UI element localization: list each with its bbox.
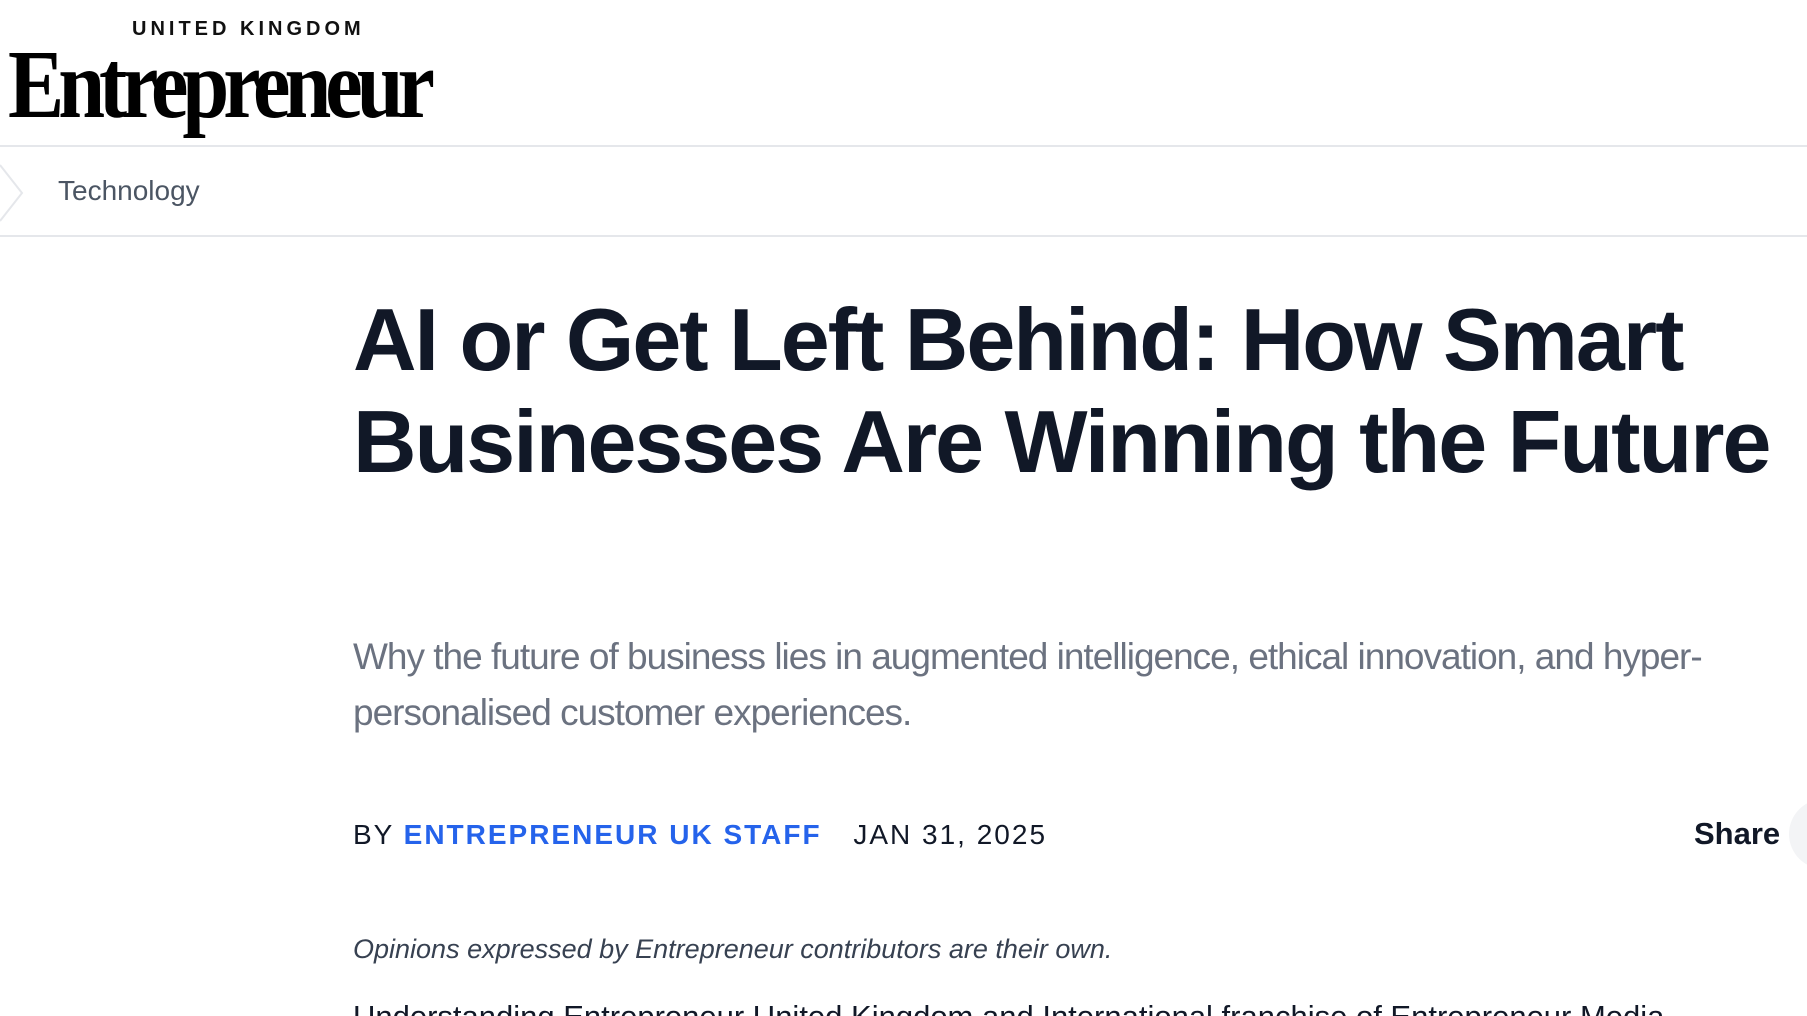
article-headline: AI or Get Left Behind: How Smart Busines… xyxy=(353,290,1771,491)
logo-wordmark: Entrepreneur xyxy=(8,31,435,139)
publish-date: JAN 31, 2025 xyxy=(853,819,1048,850)
site-logo[interactable]: UNITED KINGDOM Entrepreneur xyxy=(8,16,435,134)
byline-prefix: BY xyxy=(353,819,394,850)
article-subtitle: Why the future of business lies in augme… xyxy=(353,636,1703,733)
article-body-paragraph: Understanding Entrepreneur United Kingdo… xyxy=(353,999,1664,1016)
site-header: UNITED KINGDOM Entrepreneur xyxy=(0,0,1807,147)
share-button[interactable]: Share xyxy=(1694,812,1780,856)
article: AI or Get Left Behind: How Smart Busines… xyxy=(353,237,1807,1016)
author-link[interactable]: ENTREPRENEUR UK STAFF xyxy=(404,819,822,850)
share-icon-button[interactable] xyxy=(1789,799,1807,869)
chevron-right-icon xyxy=(0,164,24,222)
byline: BY ENTREPRENEUR UK STAFF JAN 31, 2025 xyxy=(353,819,1047,851)
breadcrumb-category-link[interactable]: Technology xyxy=(58,175,200,207)
contributor-disclaimer: Opinions expressed by Entrepreneur contr… xyxy=(353,934,1113,964)
breadcrumb: Technology xyxy=(0,149,1807,237)
